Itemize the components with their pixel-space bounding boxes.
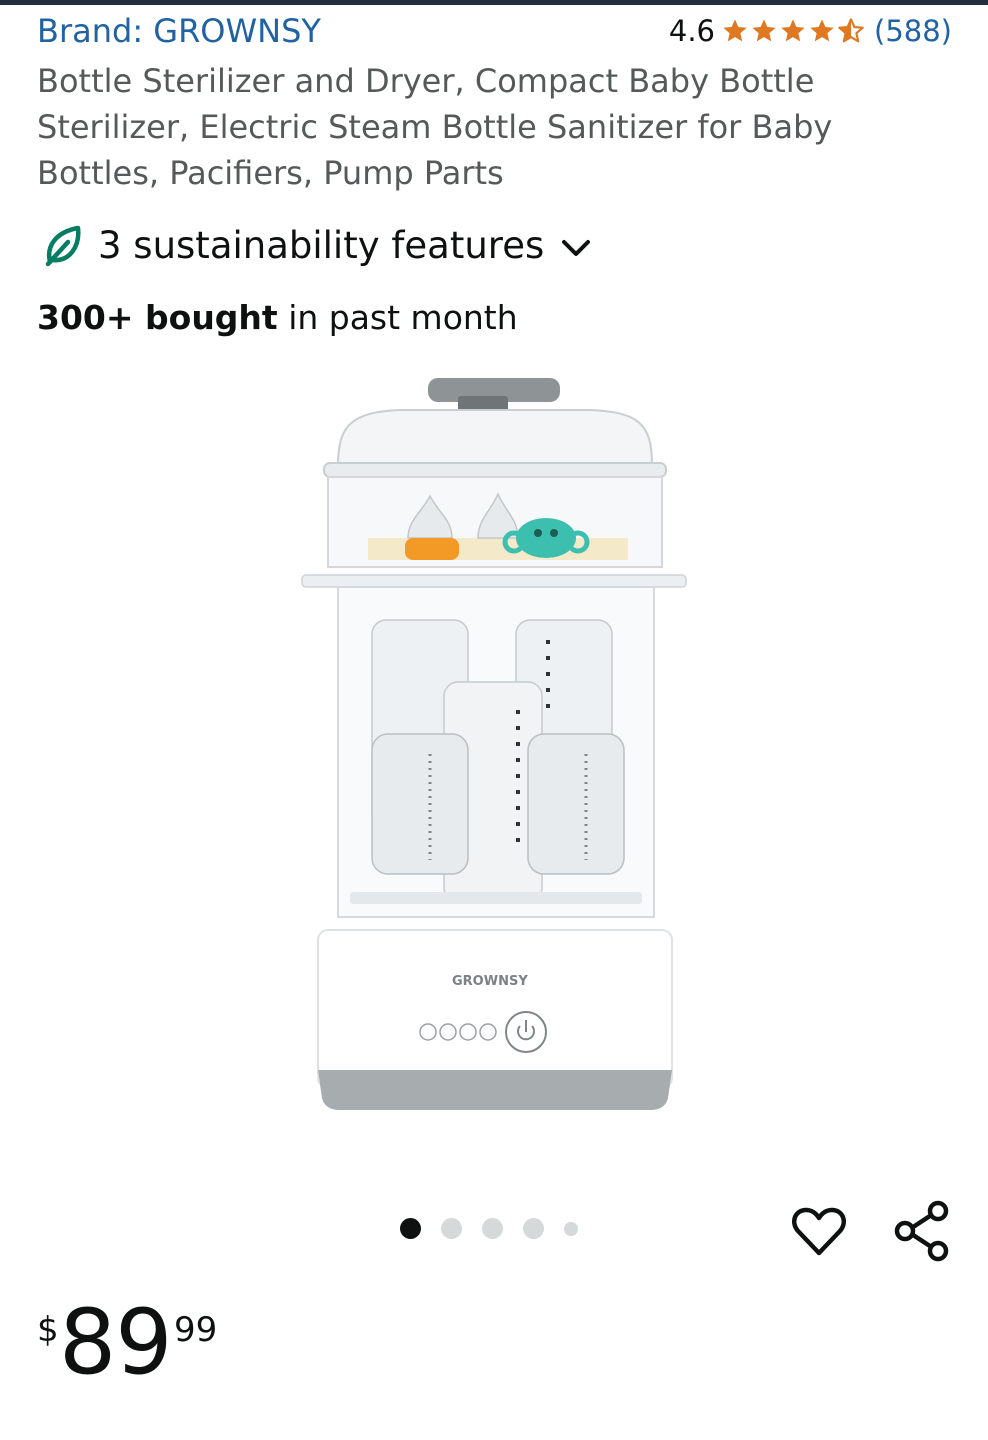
star-icon [810, 19, 834, 42]
star-icon [723, 19, 747, 42]
price-fraction: 99 [174, 1310, 218, 1350]
half-star-icon [838, 18, 864, 43]
bought-in-past-month: 300+ bought in past month [37, 298, 518, 337]
sustainability-label: 3 sustainability features [98, 223, 545, 267]
rating-value: 4.6 [668, 14, 716, 48]
top-bar [0, 0, 988, 5]
rating-summary[interactable]: 4.6 (588) [669, 14, 952, 48]
product-title: Bottle Sterilizer and Dryer, Compact Bab… [37, 62, 833, 192]
carousel-dot-5[interactable] [564, 1221, 578, 1236]
product-logo-text: GROWNSY [452, 974, 528, 989]
star-rating [721, 17, 866, 45]
star-icon [781, 19, 805, 42]
image-carousel-indicator [400, 1218, 598, 1239]
bought-period: in past month [277, 298, 518, 337]
share-icon[interactable] [893, 1200, 951, 1262]
carousel-dot-4[interactable] [523, 1218, 544, 1239]
star-icon [752, 19, 776, 42]
carousel-dot-2[interactable] [441, 1218, 462, 1239]
bought-count: 300+ bought [37, 298, 278, 337]
sustainability-features-toggle[interactable]: 3 sustainability features [42, 222, 592, 268]
chevron-down-icon [562, 240, 591, 256]
brand-link[interactable]: Brand: GROWNSY [37, 12, 321, 50]
price-whole: 89 [59, 1290, 173, 1395]
product-image[interactable]: GROWNSY [290, 370, 700, 1130]
leaf-icon [45, 225, 81, 267]
rating-count[interactable]: (588) [874, 14, 952, 48]
heart-icon[interactable] [790, 1203, 848, 1261]
price-currency-symbol: $ [37, 1310, 59, 1350]
carousel-dot-1[interactable] [400, 1218, 421, 1239]
carousel-dot-3[interactable] [482, 1218, 503, 1239]
